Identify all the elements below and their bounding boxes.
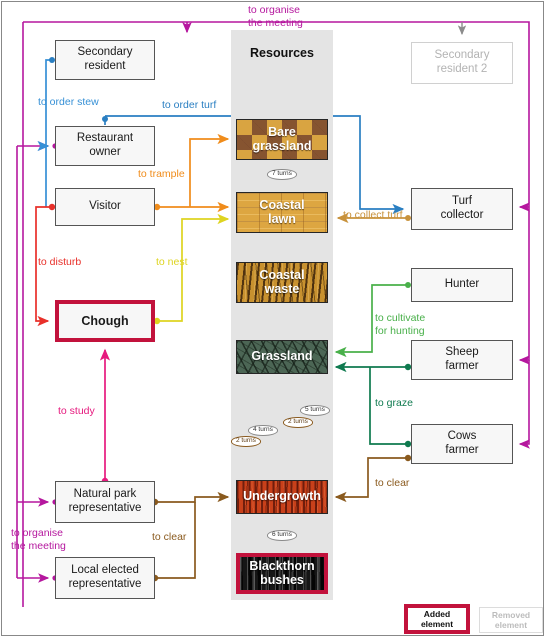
edge-label-to-organise-the-meeting-bottom: to organise the meeting — [11, 527, 66, 553]
actor-node-hunter[interactable]: Hunter — [411, 268, 513, 302]
resource-node-label: Grassland — [251, 349, 313, 364]
actor-node-natural_park_representative[interactable]: Natural park representative — [55, 481, 155, 523]
resource-node-blackthorn_bushes[interactable]: Blackthorn bushes — [236, 553, 328, 594]
edge-label-to-trample: to trample — [138, 168, 185, 180]
edge-label-to-clear-right: to clear — [375, 477, 410, 489]
actor-node-label: Turf collector — [440, 195, 484, 221]
edge-label-to-collect-turf: to collect turf — [343, 209, 403, 221]
turn-badge-turns-undergrowth-up: 5 turns — [300, 405, 330, 416]
actor-node-local_elected_representative[interactable]: Local elected representative — [55, 557, 155, 599]
actor-node-label: Local elected representative — [68, 564, 142, 590]
resource-node-coastal_waste[interactable]: Coastal waste — [236, 262, 328, 303]
resource-node-coastal_lawn[interactable]: Coastal lawn — [236, 192, 328, 233]
edge-label-to-nest: to nest — [156, 256, 188, 268]
actor-node-cows_farmer[interactable]: Cows farmer — [411, 424, 513, 464]
edge-to-study — [99, 348, 111, 485]
actor-node-visitor[interactable]: Visitor — [55, 188, 155, 226]
edge-label-to-disturb: to disturb — [38, 256, 82, 268]
actor-node-label: Cows farmer — [445, 430, 479, 456]
actor-node-chough[interactable]: Chough — [55, 300, 155, 342]
actor-node-label: Secondary resident 2 — [434, 49, 490, 75]
actor-node-label: Natural park representative — [68, 488, 142, 514]
resources-panel-title: Resources — [250, 46, 314, 60]
resource-node-label: Undergrowth — [243, 489, 321, 504]
resource-node-bare_grassland[interactable]: Bare grassland — [236, 119, 328, 160]
turn-badge-turns-undergrowth-to-blackthorn: 6 turns — [267, 530, 297, 541]
turn-badge-turns-bare-to-lawn: 7 turns — [267, 169, 297, 180]
diagram-root: Resources Secondary resident Restaurant own… — [0, 0, 547, 639]
turn-badge-turns-grassland-up-b: 4 turns — [248, 425, 278, 436]
actor-node-label: Sheep farmer — [445, 346, 479, 372]
turn-badge-turns-grassland-up-a: 2 turns — [231, 436, 261, 447]
edge-label-to-order-stew: to order stew — [38, 96, 99, 108]
actor-node-label: Hunter — [444, 278, 480, 291]
actor-node-secondary_resident[interactable]: Secondary resident — [55, 40, 155, 80]
edge-to-order-stew — [37, 57, 55, 210]
edge-to-clear-right — [334, 454, 412, 503]
actor-node-turf_collector[interactable]: Turf collector — [411, 188, 513, 230]
edge-label-to-clear-bottom: to clear — [152, 531, 187, 543]
edge-label-to-organise-the-meeting-top: to organise the meeting — [248, 4, 303, 30]
resource-node-undergrowth[interactable]: Undergrowth — [236, 480, 328, 514]
edge-label-to-cultivate-for-hunting: to cultivate for hunting — [375, 312, 426, 338]
actor-node-sheep_farmer[interactable]: Sheep farmer — [411, 340, 513, 380]
edge-label-to-order-turf: to order turf — [162, 99, 217, 111]
actor-node-label: Secondary resident — [77, 46, 133, 72]
resource-node-label: Coastal lawn — [259, 197, 305, 226]
resource-node-label: Coastal waste — [259, 267, 305, 296]
actor-node-restaurant_owner[interactable]: Restaurant owner — [55, 126, 155, 166]
actor-node-label: Visitor — [89, 200, 121, 213]
edge-label-to-graze: to graze — [375, 397, 413, 409]
actor-node-label: Restaurant owner — [76, 132, 134, 158]
turn-badge-turns-waste-up: 2 turns — [283, 417, 313, 428]
edge-to-nest — [153, 213, 230, 325]
resource-node-label: Bare grassland — [252, 124, 312, 153]
resource-node-label: Blackthorn bushes — [249, 558, 315, 587]
resource-node-grassland[interactable]: Grassland — [236, 340, 328, 374]
edge-label-to-study: to study — [58, 405, 95, 417]
resources-panel: Resources — [231, 30, 333, 600]
actor-node-secondary_resident_2[interactable]: Secondary resident 2 — [411, 42, 513, 84]
actor-node-label: Chough — [81, 313, 129, 328]
